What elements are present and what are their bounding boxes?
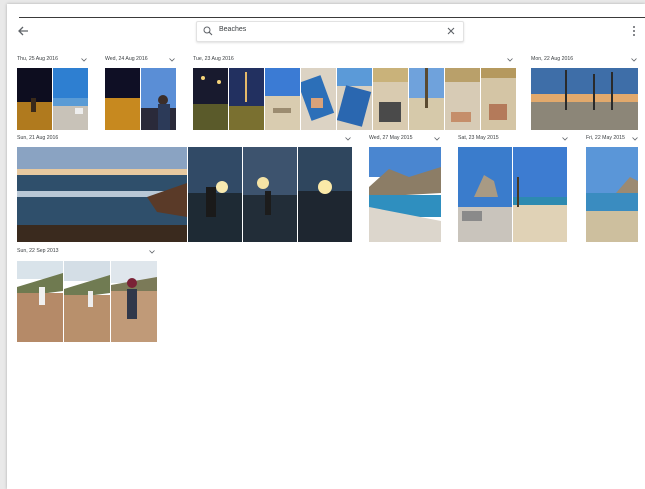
- photo-thumbnail[interactable]: [243, 147, 297, 242]
- photo-thumbnail[interactable]: [265, 68, 300, 130]
- chevron-down-icon[interactable]: [434, 137, 440, 141]
- photo-thumbnail[interactable]: [229, 68, 264, 130]
- photo-thumbnail[interactable]: [513, 147, 567, 242]
- date-header: Sun, 22 Sep 2013: [17, 248, 59, 254]
- photo-thumbnail[interactable]: [111, 261, 157, 342]
- photos-app-window: Beaches Thu, 25 Aug 2016 Wed, 24 Aug 201…: [7, 4, 645, 489]
- photo-thumbnail[interactable]: [531, 68, 638, 130]
- photo-thumbnail[interactable]: [481, 68, 516, 130]
- photo-thumbnail[interactable]: [458, 147, 512, 242]
- date-header: Mon, 22 Aug 2016: [531, 56, 574, 62]
- photo-thumbnail[interactable]: [188, 147, 242, 242]
- chevron-down-icon[interactable]: [81, 58, 87, 62]
- chevron-down-icon[interactable]: [562, 137, 568, 141]
- photo-thumbnail[interactable]: [369, 147, 441, 242]
- close-icon[interactable]: [447, 27, 455, 35]
- date-header: Sun, 21 Aug 2016: [17, 135, 59, 141]
- date-header: Fri, 22 May 2015: [586, 135, 625, 141]
- back-arrow-icon[interactable]: [17, 25, 29, 37]
- photo-thumbnail[interactable]: [17, 68, 52, 130]
- chevron-down-icon[interactable]: [169, 58, 175, 62]
- photo-thumbnail[interactable]: [298, 147, 352, 242]
- search-bar[interactable]: Beaches: [196, 21, 464, 42]
- chevron-down-icon[interactable]: [345, 137, 351, 141]
- photo-thumbnail[interactable]: [17, 147, 187, 242]
- top-divider: [19, 17, 645, 18]
- date-header: Sat, 23 May 2015: [458, 135, 499, 141]
- photo-thumbnail[interactable]: [409, 68, 444, 130]
- photo-thumbnail[interactable]: [373, 68, 408, 130]
- photo-thumbnail[interactable]: [53, 68, 88, 130]
- photo-thumbnail[interactable]: [105, 68, 140, 130]
- search-icon: [203, 26, 213, 36]
- photo-thumbnail[interactable]: [445, 68, 480, 130]
- search-query-text[interactable]: Beaches: [219, 26, 246, 33]
- photo-thumbnail[interactable]: [193, 68, 228, 130]
- photo-thumbnail[interactable]: [586, 147, 638, 242]
- photo-thumbnail[interactable]: [337, 68, 372, 130]
- more-vert-icon[interactable]: [631, 25, 637, 37]
- date-header: Wed, 24 Aug 2016: [105, 56, 148, 62]
- chevron-down-icon[interactable]: [631, 58, 637, 62]
- photo-thumbnail[interactable]: [17, 261, 63, 342]
- date-header: Tue, 23 Aug 2016: [193, 56, 234, 62]
- date-header: Wed, 27 May 2015: [369, 135, 413, 141]
- chevron-down-icon[interactable]: [632, 137, 638, 141]
- photo-thumbnail[interactable]: [141, 68, 176, 130]
- photo-thumbnail[interactable]: [301, 68, 336, 130]
- photo-thumbnail[interactable]: [64, 261, 110, 342]
- chevron-down-icon[interactable]: [507, 58, 513, 62]
- chevron-down-icon[interactable]: [149, 250, 155, 254]
- date-header: Thu, 25 Aug 2016: [17, 56, 58, 62]
